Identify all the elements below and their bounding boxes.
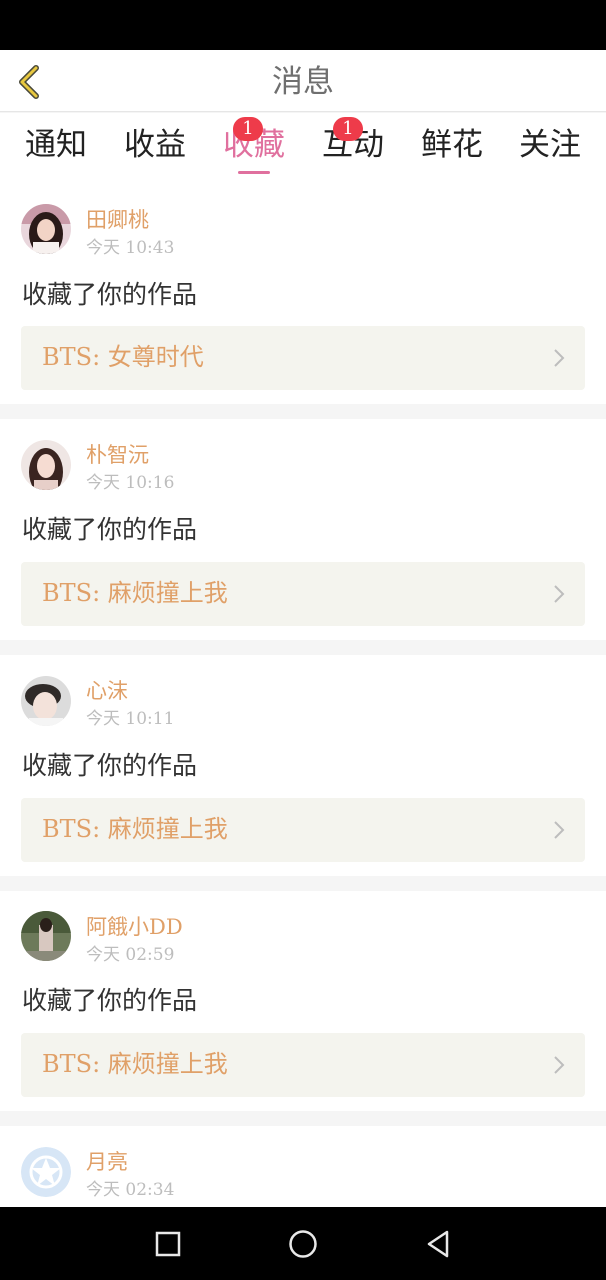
chevron-right-icon (554, 349, 565, 367)
status-bar (0, 0, 606, 50)
list-item: 阿餓小DD 今天 02:59 收藏了你的作品 BTS: 麻烦撞上我 (0, 891, 606, 1111)
recents-square-icon[interactable] (151, 1227, 185, 1261)
timestamp: 今天 10:43 (86, 238, 175, 258)
chevron-right-icon (554, 821, 565, 839)
avatar[interactable] (21, 440, 71, 490)
chevron-right-icon (554, 585, 565, 603)
avatar[interactable] (21, 676, 71, 726)
system-navigation-bar (0, 1207, 606, 1280)
work-title: BTS: 麻烦撞上我 (42, 1050, 228, 1078)
default-star-avatar (21, 1147, 71, 1197)
timestamp: 今天 10:16 (86, 473, 175, 493)
tab-label: 鲜花 (421, 127, 483, 163)
list-item: 田卿桃 今天 10:43 收藏了你的作品 BTS: 女尊时代 (0, 188, 606, 404)
user-name[interactable]: 田卿桃 (86, 206, 149, 234)
user-name[interactable]: 朴智沅 (86, 441, 149, 469)
girl-photo-avatar (21, 204, 71, 254)
girl-photo-avatar (21, 440, 71, 490)
tab-favorites[interactable]: 收藏 1 (209, 117, 299, 174)
tab-interaction[interactable]: 互动 1 (308, 117, 398, 167)
action-text: 收藏了你的作品 (22, 515, 198, 544)
timestamp: 今天 02:59 (86, 945, 175, 965)
list-item: 心沫 今天 10:11 收藏了你的作品 BTS: 麻烦撞上我 (0, 655, 606, 876)
page-title: 消息 (272, 64, 334, 100)
avatar[interactable] (21, 1147, 71, 1197)
unread-badge: 1 (333, 117, 363, 141)
work-link[interactable]: BTS: 女尊时代 (21, 326, 585, 390)
boy-photo-avatar (21, 676, 71, 726)
tab-label: 关注 (519, 127, 581, 163)
tab-earnings[interactable]: 收益 (110, 123, 200, 167)
avatar[interactable] (21, 204, 71, 254)
list-item: 朴智沅 今天 10:16 收藏了你的作品 BTS: 麻烦撞上我 (0, 419, 606, 640)
work-link[interactable]: BTS: 麻烦撞上我 (21, 1033, 585, 1097)
avatar[interactable] (21, 911, 71, 961)
work-title: BTS: 麻烦撞上我 (42, 579, 228, 607)
timestamp: 今天 02:34 (86, 1180, 175, 1200)
action-text: 收藏了你的作品 (22, 751, 198, 780)
tab-notice[interactable]: 通知 (11, 123, 101, 167)
unread-badge: 1 (233, 117, 263, 141)
user-name[interactable]: 月亮 (86, 1148, 128, 1176)
list-item: 月亮 今天 02:34 (0, 1126, 606, 1207)
active-tab-indicator (238, 171, 270, 174)
outdoor-photo-avatar (21, 911, 71, 961)
action-text: 收藏了你的作品 (22, 280, 198, 309)
header: 消息 (0, 50, 606, 112)
timestamp: 今天 10:11 (86, 709, 175, 729)
work-title: BTS: 麻烦撞上我 (42, 815, 228, 843)
back-triangle-icon[interactable] (421, 1227, 455, 1261)
tab-flowers[interactable]: 鲜花 (407, 123, 497, 167)
action-text: 收藏了你的作品 (22, 986, 198, 1015)
tab-label: 通知 (25, 127, 87, 163)
user-name[interactable]: 心沫 (86, 677, 128, 705)
user-name[interactable]: 阿餓小DD (86, 913, 183, 941)
tab-label: 收益 (124, 127, 186, 163)
chevron-right-icon (554, 1056, 565, 1074)
work-title: BTS: 女尊时代 (42, 343, 204, 371)
home-circle-icon[interactable] (286, 1227, 320, 1261)
work-link[interactable]: BTS: 麻烦撞上我 (21, 798, 585, 862)
work-link[interactable]: BTS: 麻烦撞上我 (21, 562, 585, 626)
tab-follow[interactable]: 关注 (505, 123, 595, 167)
tab-bar: 通知 收益 收藏 1 互动 1 鲜花 关注 (0, 113, 606, 188)
